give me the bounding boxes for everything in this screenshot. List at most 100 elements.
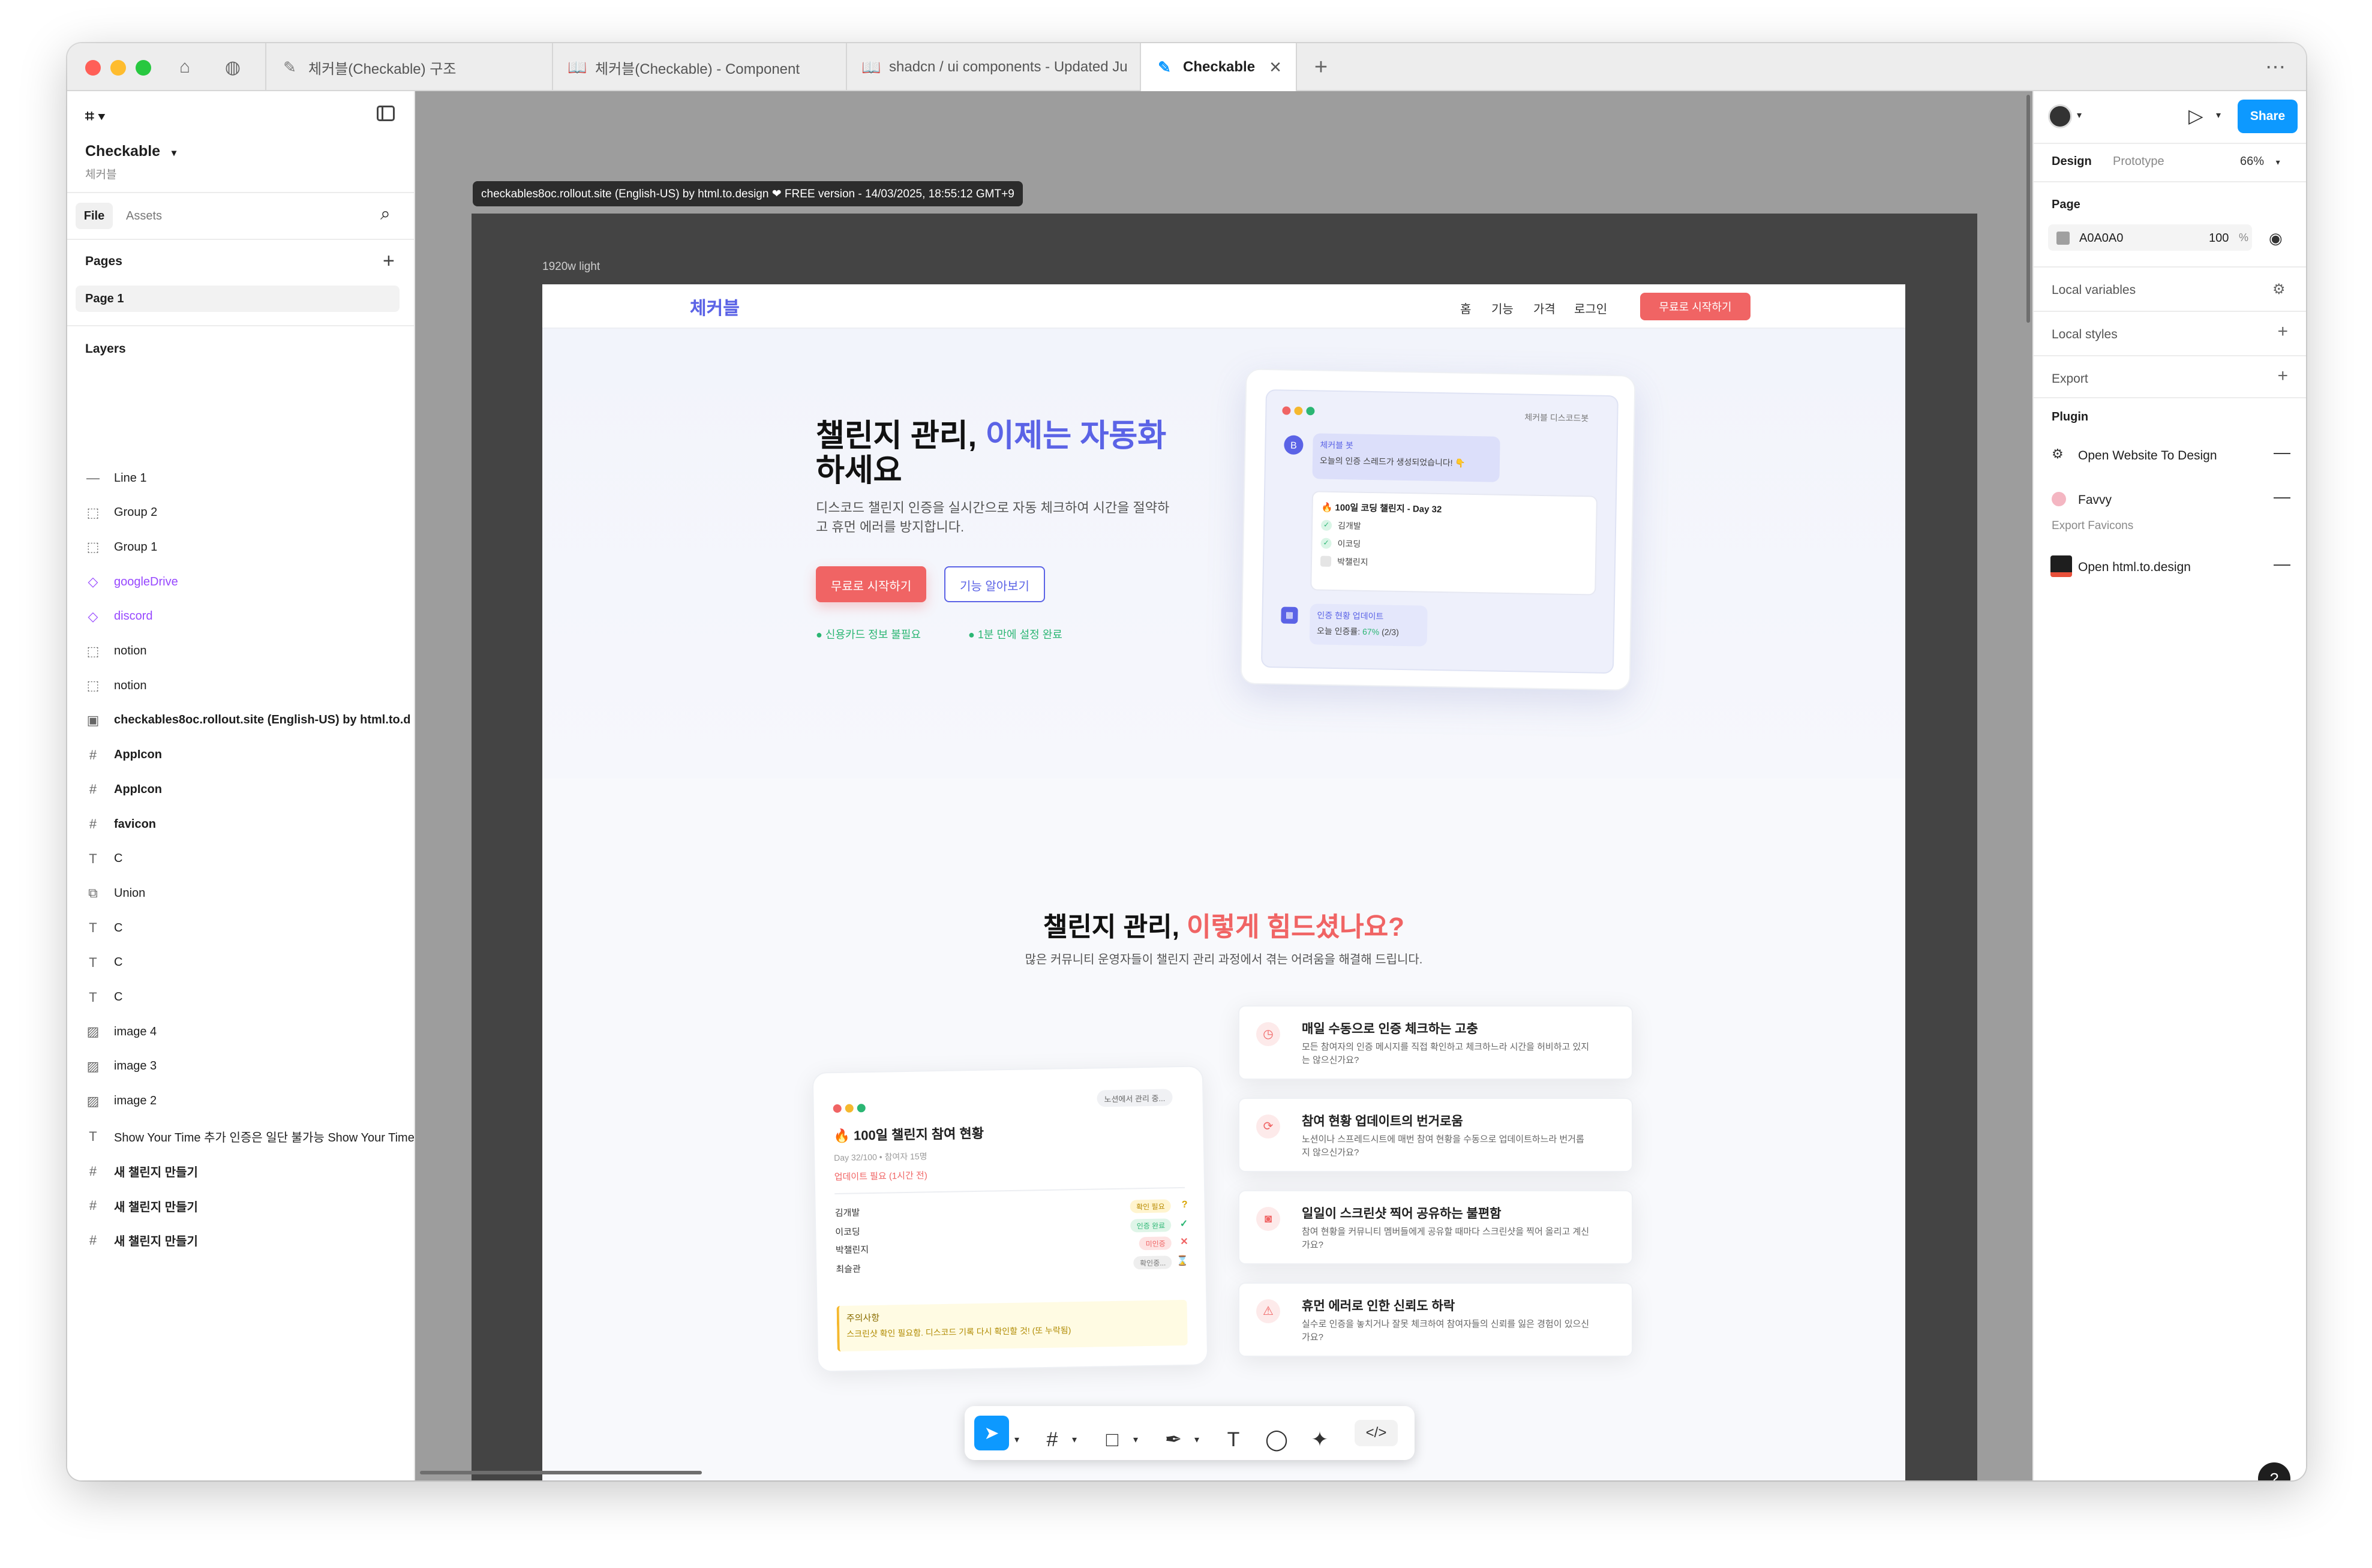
layer-name: AppIcon xyxy=(114,782,162,796)
new-tab-plus-icon[interactable]: + xyxy=(1308,55,1334,80)
home-icon[interactable]: ⌂ xyxy=(172,55,198,79)
layer-item[interactable]: ◇ discord xyxy=(85,608,153,624)
move-tool-icon[interactable]: ➤ xyxy=(974,1416,1009,1450)
layer-item[interactable]: TC xyxy=(85,955,122,971)
layer-item[interactable]: TC xyxy=(85,920,122,936)
plugin-open-website-to-design[interactable]: Open Website To Design xyxy=(2078,449,2217,463)
page-color-swatch[interactable] xyxy=(2056,232,2070,245)
tab-assets[interactable]: Assets xyxy=(126,209,162,223)
tab-prototype[interactable]: Prototype xyxy=(2113,155,2164,169)
browser-tab-3[interactable]: 📖 shadcn / ui components - Updated Ju xyxy=(846,43,1140,91)
site-nav-features[interactable]: 기능 xyxy=(1491,299,1514,317)
globe-icon[interactable]: ◍ xyxy=(220,55,246,79)
remove-plugin-icon[interactable]: — xyxy=(2274,487,2290,506)
remove-plugin-icon[interactable]: — xyxy=(2274,554,2290,573)
layer-item[interactable]: # 새 챌린지 만들기 xyxy=(85,1231,198,1249)
browser-tab-active[interactable]: ✎ Checkable × xyxy=(1140,43,1297,91)
site-nav-pricing[interactable]: 가격 xyxy=(1533,299,1556,317)
remove-plugin-icon[interactable]: — xyxy=(2274,443,2290,462)
layer-item[interactable]: # AppIcon xyxy=(85,782,162,797)
dev-mode-toggle-icon[interactable]: </> xyxy=(1355,1420,1398,1446)
layer-item[interactable]: # favicon xyxy=(85,816,156,832)
pen-tool-icon[interactable]: ✒ xyxy=(1155,1422,1191,1458)
hero-cta-secondary-button[interactable]: 기능 알아보기 xyxy=(944,566,1045,602)
layer-item[interactable]: ◇ googleDrive xyxy=(85,574,178,590)
canvas-vertical-scrollbar[interactable] xyxy=(2026,95,2030,323)
frame-tool-icon[interactable]: # xyxy=(1034,1422,1070,1458)
comment-tool-icon[interactable]: ◯ xyxy=(1259,1422,1295,1458)
rectangle-tool-icon[interactable]: □ xyxy=(1094,1422,1130,1458)
layer-item[interactable]: TC xyxy=(85,851,122,867)
search-icon[interactable]: ⌕ xyxy=(380,204,391,224)
local-styles[interactable]: Local styles xyxy=(2052,328,2118,342)
hero-cta-primary-button[interactable]: 무료로 시작하기 xyxy=(816,566,926,602)
layer-item[interactable]: — Line 1 xyxy=(85,470,147,486)
chevron-down-icon[interactable]: ▾ xyxy=(1127,1422,1145,1458)
layer-item[interactable]: ⬚ Group 2 xyxy=(85,505,158,521)
text-tool-icon[interactable]: T xyxy=(1215,1422,1251,1458)
text-icon: T xyxy=(89,989,97,1005)
site-nav-login[interactable]: 로그인 xyxy=(1574,299,1607,317)
ai-actions-icon[interactable]: ✦ xyxy=(1302,1422,1338,1458)
layer-item[interactable]: ▨ image 3 xyxy=(85,1059,157,1074)
website-frame[interactable]: 체커블 홈 기능 가격 로그인 무료로 시작하기 챌린지 관리, 이제는 자동화… xyxy=(542,284,1905,1480)
local-variables[interactable]: Local variables xyxy=(2052,283,2136,298)
layer-item[interactable]: T Show Your Time 추가 인증은 일단 불가능 Show Your … xyxy=(85,1128,415,1145)
chevron-down-icon[interactable]: ▾ xyxy=(1008,1422,1026,1458)
present-play-icon[interactable]: ▷ xyxy=(2188,104,2203,127)
main-menu-icon[interactable]: ⌗ ▾ xyxy=(85,107,105,126)
add-export-plus-icon[interactable]: + xyxy=(2277,366,2288,386)
layer-item[interactable]: ⬚ notion xyxy=(85,644,147,659)
variables-settings-icon[interactable]: ⚙ xyxy=(2272,281,2286,298)
eye-icon[interactable]: ◉ xyxy=(2269,229,2283,248)
zoom-dropdown[interactable]: 66% ▾ xyxy=(2240,155,2280,169)
close-tab-icon[interactable]: × xyxy=(1269,56,1281,79)
plugin-favvy[interactable]: Favvy xyxy=(2078,493,2112,507)
browser-tab-1[interactable]: ✎ 체커블(Checkable) 구조 xyxy=(265,43,552,91)
canvas-horizontal-scrollbar[interactable] xyxy=(420,1471,702,1474)
plugin-open-html-to-design[interactable]: Open html.to.design xyxy=(2078,560,2191,575)
avatar[interactable] xyxy=(2048,104,2072,128)
page-item-page-1[interactable]: Page 1 xyxy=(76,286,400,312)
toggle-sidebar-icon[interactable] xyxy=(377,106,395,121)
site-logo[interactable]: 체커블 xyxy=(690,295,740,320)
page-opacity-value[interactable]: 100 xyxy=(2209,232,2229,245)
site-nav-cta-button[interactable]: 무료로 시작하기 xyxy=(1640,293,1751,320)
browser-tab-2[interactable]: 📖 체커블(Checkable) - Component xyxy=(552,43,846,91)
layer-item[interactable]: TC xyxy=(85,990,122,1005)
layer-item[interactable]: ▨ image 4 xyxy=(85,1024,157,1040)
layer-item[interactable]: ⬚ Group 1 xyxy=(85,539,158,555)
maximize-window-button[interactable] xyxy=(136,60,151,76)
layer-item[interactable]: ▨ image 2 xyxy=(85,1094,157,1109)
layer-item[interactable]: ⬚ notion xyxy=(85,678,147,693)
file-name[interactable]: Checkable ▾ xyxy=(85,143,176,160)
add-page-plus-icon[interactable]: + xyxy=(383,250,395,273)
frame-tag[interactable]: checkables8oc.rollout.site (English-US) … xyxy=(473,181,1023,206)
layer-item[interactable]: ▣ checkables8oc.rollout.site (English-US)… xyxy=(85,713,411,728)
layer-name: discord xyxy=(114,609,153,623)
close-window-button[interactable] xyxy=(85,60,101,76)
minimize-window-button[interactable] xyxy=(110,60,126,76)
layer-item[interactable]: # 새 챌린지 만들기 xyxy=(85,1197,198,1215)
layer-item[interactable]: # 새 챌린지 만들기 xyxy=(85,1163,198,1180)
help-button[interactable]: ? xyxy=(2258,1462,2290,1480)
layer-item[interactable]: # AppIcon xyxy=(85,747,162,763)
chevron-down-icon[interactable]: ▾ xyxy=(2077,109,2082,121)
divider xyxy=(2034,311,2306,312)
text-icon: T xyxy=(89,954,97,970)
page-color-value[interactable]: A0A0A0 xyxy=(2079,232,2123,245)
site-nav-home[interactable]: 홈 xyxy=(1460,299,1471,317)
chevron-down-icon[interactable]: ▾ xyxy=(2216,109,2221,121)
chevron-down-icon[interactable]: ▾ xyxy=(1188,1422,1206,1458)
export-label[interactable]: Export xyxy=(2052,372,2088,386)
chevron-down-icon[interactable]: ▾ xyxy=(1065,1422,1083,1458)
more-options-icon[interactable]: ⋯ xyxy=(2263,55,2289,79)
add-style-plus-icon[interactable]: + xyxy=(2277,322,2288,342)
tab-design[interactable]: Design xyxy=(2052,155,2092,169)
design-canvas[interactable]: checkables8oc.rollout.site (English-US) … xyxy=(415,91,2032,1480)
tab-file[interactable]: File xyxy=(76,203,113,229)
layer-item[interactable]: ⧉ Union xyxy=(85,885,145,901)
share-button[interactable]: Share xyxy=(2238,100,2298,133)
component-icon: ◇ xyxy=(88,608,98,624)
status-title: 인증 현황 업데이트 xyxy=(1317,612,1384,622)
